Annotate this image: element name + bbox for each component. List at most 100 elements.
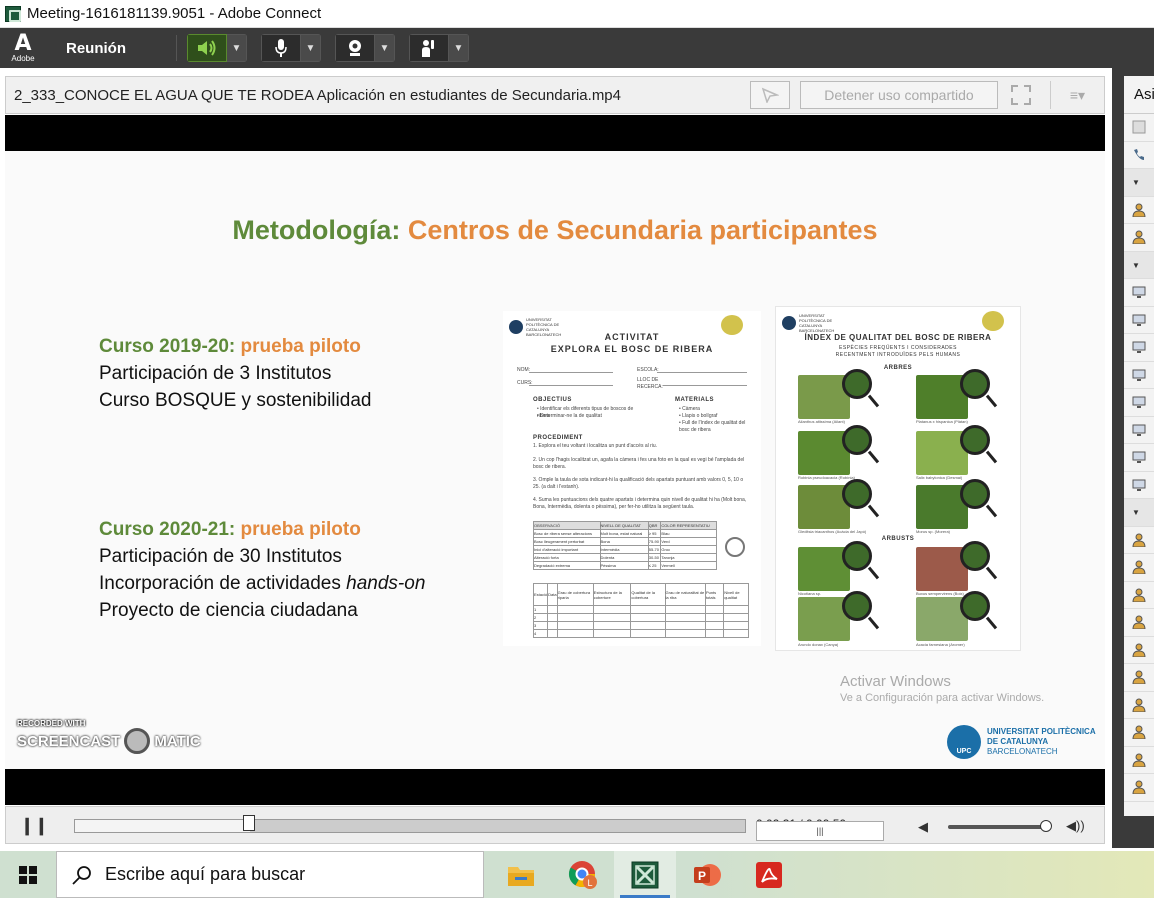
acrobat-icon bbox=[756, 861, 782, 888]
chevron-down-icon[interactable]: ▼ bbox=[449, 34, 469, 62]
adobe-connect-icon bbox=[631, 861, 659, 888]
microphone-button[interactable]: ▼ bbox=[261, 34, 321, 62]
attendee-group-header[interactable]: ▼ bbox=[1124, 499, 1154, 527]
window-title: Meeting-1616181139.9051 - Adobe Connect bbox=[27, 5, 322, 22]
user-icon bbox=[1132, 670, 1146, 685]
windows-logo-icon bbox=[19, 865, 37, 884]
seek-bar-played bbox=[75, 820, 250, 832]
species-index-thumbnail: UNIVERSITAT POLITÈCNICA DE CATALUNYA BAR… bbox=[775, 306, 1021, 651]
activity-sheet-thumbnail: UNIVERSITAT POLITÈCNICA DE CATALUNYA BAR… bbox=[503, 311, 761, 646]
adobe-connect-taskbar-button[interactable] bbox=[614, 851, 676, 898]
sync-button[interactable] bbox=[750, 81, 790, 109]
stop-sharing-button[interactable]: Detener uso compartido bbox=[800, 81, 998, 109]
presenter-icon bbox=[1132, 285, 1146, 299]
collapse-triangle-icon[interactable]: ▼ bbox=[1132, 178, 1140, 187]
attendee-row[interactable] bbox=[1124, 527, 1154, 554]
attendee-row[interactable] bbox=[1124, 637, 1154, 664]
collapse-triangle-icon[interactable]: ▼ bbox=[1132, 508, 1140, 517]
user-icon bbox=[1132, 725, 1146, 740]
attendee-row[interactable] bbox=[1124, 692, 1154, 719]
taskbar-search-box[interactable]: Escribe aquí para buscar bbox=[56, 851, 484, 898]
user-icon bbox=[1132, 230, 1146, 245]
raise-hand-button[interactable]: ▼ bbox=[409, 34, 469, 62]
attendee-row[interactable] bbox=[1124, 664, 1154, 692]
user-icon bbox=[1132, 780, 1146, 795]
score-table: Estació Data Grau de cobertura riparia Estr… bbox=[532, 583, 749, 638]
pod-options-menu[interactable]: ≡▾ bbox=[1050, 81, 1104, 109]
menubar-divider bbox=[176, 35, 177, 61]
video-player[interactable]: Metodología: Centros de Secundaria parti… bbox=[5, 115, 1105, 805]
attendee-row[interactable] bbox=[1124, 362, 1154, 389]
attendee-row[interactable] bbox=[1124, 444, 1154, 472]
upc-mini-logo: UNIVERSITAT POLITÈCNICA DE CATALUNYA BAR… bbox=[782, 313, 843, 333]
volume-slider[interactable] bbox=[948, 820, 1052, 832]
attendee-panel-title: Asi bbox=[1124, 76, 1154, 114]
chevron-down-icon[interactable]: ▼ bbox=[301, 34, 321, 62]
start-button[interactable] bbox=[0, 851, 56, 898]
user-icon bbox=[1132, 533, 1146, 547]
speaker-button[interactable]: ▼ bbox=[187, 34, 247, 62]
window-titlebar: Meeting-1616181139.9051 - Adobe Connect bbox=[0, 0, 1154, 28]
collapse-triangle-icon[interactable]: ▼ bbox=[1132, 261, 1140, 270]
time-tooltip: ||| bbox=[756, 821, 884, 841]
seek-thumb[interactable] bbox=[242, 815, 255, 831]
presenter-icon bbox=[1132, 478, 1146, 492]
powerpoint-taskbar-button[interactable]: P bbox=[676, 851, 738, 898]
raise-hand-icon bbox=[422, 40, 434, 57]
attendee-row[interactable] bbox=[1124, 554, 1154, 582]
pointer-icon bbox=[761, 87, 779, 103]
meeting-menu[interactable]: Reunión bbox=[66, 40, 126, 57]
project-logo bbox=[982, 311, 1004, 331]
attendee-group-header[interactable]: ▼ bbox=[1124, 251, 1154, 279]
windows-taskbar: Escribe aquí para buscar L P bbox=[0, 851, 1154, 898]
attendee-row[interactable] bbox=[1124, 389, 1154, 417]
user-icon bbox=[1132, 698, 1146, 712]
volume-thumb[interactable] bbox=[1040, 820, 1052, 832]
attendee-row[interactable] bbox=[1124, 114, 1154, 142]
quality-table: OBSERVACIÓ NIVELL DE QUALITAT QBR COLOR REP… bbox=[533, 521, 717, 570]
attendee-row[interactable] bbox=[1124, 719, 1154, 747]
species-index-subtitle: ESPÈCIES FREQÜENTS I CONSIDERADES RECENT… bbox=[835, 345, 961, 358]
meeting-menubar: A Adobe Reunión ▼ ▼ ▼ ▼ bbox=[0, 28, 1154, 68]
volume-max-icon[interactable]: ◀)) bbox=[1066, 818, 1085, 834]
pause-button[interactable]: ❙❙ bbox=[20, 816, 49, 836]
phone-icon bbox=[1132, 148, 1146, 162]
attendee-row[interactable] bbox=[1124, 224, 1154, 252]
svg-text:P: P bbox=[698, 869, 706, 883]
attendee-row[interactable] bbox=[1124, 417, 1154, 444]
attendee-row[interactable] bbox=[1124, 334, 1154, 362]
pause-icon: ❙❙ bbox=[20, 816, 49, 835]
attendee-group-header[interactable]: ▼ bbox=[1124, 169, 1154, 197]
volume-icon[interactable]: ◀ bbox=[918, 819, 928, 835]
search-icon bbox=[72, 865, 91, 885]
course-2019-block: Curso 2019-20: prueba piloto Participaci… bbox=[99, 336, 372, 411]
attendee-row[interactable] bbox=[1124, 472, 1154, 499]
attendee-row[interactable] bbox=[1124, 197, 1154, 224]
seek-bar[interactable] bbox=[74, 819, 746, 833]
webcam-icon bbox=[349, 40, 361, 56]
microphone-icon bbox=[275, 39, 287, 57]
file-explorer-icon bbox=[508, 866, 534, 886]
file-explorer-taskbar-button[interactable] bbox=[490, 851, 552, 898]
user-icon bbox=[1132, 203, 1146, 217]
attendee-row[interactable] bbox=[1124, 609, 1154, 637]
webcam-button[interactable]: ▼ bbox=[335, 34, 395, 62]
attendee-row[interactable] bbox=[1124, 747, 1154, 774]
attendee-row[interactable] bbox=[1124, 582, 1154, 609]
fullscreen-button[interactable] bbox=[1006, 81, 1036, 109]
slide-title: Metodología: Centros de Secundaria parti… bbox=[232, 215, 878, 245]
svg-text:L: L bbox=[588, 878, 593, 888]
attendee-row[interactable] bbox=[1124, 307, 1154, 334]
chevron-down-icon[interactable]: ▼ bbox=[375, 34, 395, 62]
chevron-down-icon[interactable]: ▼ bbox=[227, 34, 247, 62]
presenter-icon bbox=[1132, 423, 1146, 437]
attendee-row[interactable] bbox=[1124, 279, 1154, 307]
presenter-icon bbox=[1132, 395, 1146, 409]
course-2020-block: Curso 2020-21: prueba piloto Participaci… bbox=[99, 519, 426, 621]
acrobat-taskbar-button[interactable] bbox=[738, 851, 800, 898]
speaker-icon bbox=[198, 40, 216, 56]
attendee-row[interactable] bbox=[1124, 142, 1154, 169]
presenter-icon bbox=[1132, 340, 1146, 354]
attendee-row[interactable] bbox=[1124, 774, 1154, 802]
chrome-taskbar-button[interactable]: L bbox=[552, 851, 614, 898]
